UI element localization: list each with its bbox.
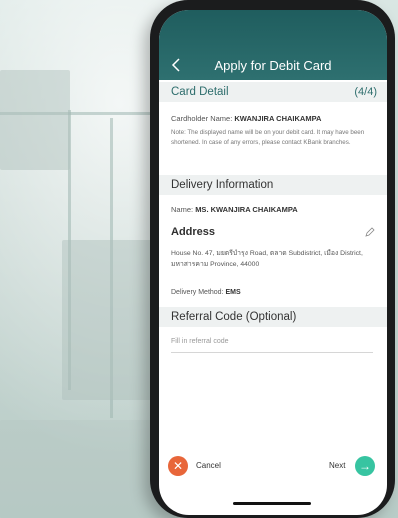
home-indicator bbox=[233, 502, 311, 505]
cancel-label: Cancel bbox=[196, 461, 221, 470]
background-cart bbox=[62, 240, 152, 400]
delivery-title: Delivery Information bbox=[171, 179, 274, 191]
referral-title: Referral Code (Optional) bbox=[171, 311, 297, 323]
background-floor bbox=[0, 420, 160, 518]
card-note: Note: The displayed name will be on your… bbox=[171, 129, 365, 146]
close-icon: ✕ bbox=[168, 456, 188, 476]
card-detail-title: Card Detail bbox=[171, 86, 229, 98]
step-indicator: (4/4) bbox=[354, 86, 377, 98]
delivery-method-label: Delivery Method: bbox=[171, 289, 226, 296]
delivery-section-header: Delivery Information bbox=[159, 175, 387, 195]
delivery-name: Name: MS. KWANJIRA CHAIKAMPA bbox=[171, 205, 298, 214]
app-header: Apply for Debit Card bbox=[159, 10, 387, 80]
cardholder-value: KWANJIRA CHAIKAMPA bbox=[234, 114, 322, 123]
referral-code-input[interactable]: Fill in referral code bbox=[171, 338, 373, 353]
cardholder-name: Cardholder Name: KWANJIRA CHAIKAMPA bbox=[171, 114, 321, 123]
address-text: House No. 47, มยตรีบำรุง Road, ตลาด Subd… bbox=[171, 250, 363, 268]
next-button[interactable]: Next → bbox=[329, 456, 381, 476]
delivery-method: Delivery Method: EMS bbox=[171, 289, 241, 296]
pencil-icon[interactable] bbox=[365, 227, 375, 237]
address-title: Address bbox=[171, 226, 216, 238]
referral-section-header: Referral Code (Optional) bbox=[159, 307, 387, 327]
card-detail-section-header: Card Detail (4/4) bbox=[159, 82, 387, 102]
next-label: Next bbox=[329, 461, 346, 470]
cardholder-label: Cardholder Name: bbox=[171, 114, 235, 123]
delivery-name-label: Name: bbox=[171, 205, 196, 214]
background-shelf bbox=[0, 70, 70, 170]
page-title: Apply for Debit Card bbox=[214, 58, 332, 73]
cancel-button[interactable]: ✕ Cancel bbox=[168, 456, 228, 476]
delivery-name-value: MS. KWANJIRA CHAIKAMPA bbox=[195, 205, 298, 214]
delivery-method-value: EMS bbox=[225, 289, 241, 296]
arrow-right-icon: → bbox=[355, 456, 375, 476]
phone-screen: Apply for Debit Card Card Detail (4/4) C… bbox=[159, 10, 387, 515]
